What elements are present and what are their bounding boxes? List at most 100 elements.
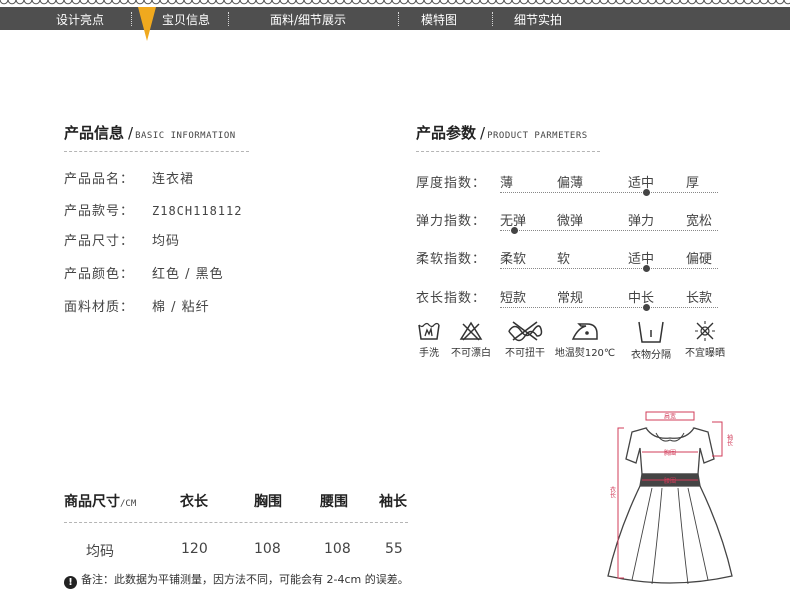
info-value: 棉 / 粘纤: [152, 300, 210, 315]
param-selected-marker: [643, 189, 650, 196]
info-value: 红色 / 黑色: [152, 267, 224, 282]
size-row-label: 均码: [86, 544, 114, 560]
diagram-shoulder-label: 肩宽: [664, 413, 676, 421]
nav-divider: [492, 12, 493, 26]
basic-info-title: 产品信息 / BASIC INFORMATION: [64, 124, 236, 142]
info-value: 均码: [152, 234, 181, 249]
basic-info-divider: [64, 151, 249, 152]
size-table-divider: [64, 522, 408, 523]
size-table-title: 商品尺寸: [64, 494, 120, 510]
care-low-iron: 地温熨120℃: [554, 320, 616, 359]
warning-icon: !: [64, 576, 77, 589]
param-option: 适中: [628, 252, 655, 267]
param-scale-track: [500, 230, 718, 231]
param-option: 长款: [686, 291, 713, 306]
size-col-waist: 腰围: [320, 494, 348, 510]
nav-divider: [228, 12, 229, 26]
no-wring-icon: [508, 321, 543, 342]
param-label: 厚度指数：: [416, 176, 487, 191]
param-option: 中长: [628, 291, 655, 306]
nav-item-model[interactable]: 模特图: [421, 11, 457, 28]
care-no-sun: 不宜曝晒: [680, 320, 730, 359]
care-label: 不可漂白: [451, 348, 491, 359]
measurement-note: ! 备注：此数据为平铺测量，因方法不同，可能会有 2-4cm 的误差。: [64, 571, 409, 589]
note-text: 备注：此数据为平铺测量，因方法不同，可能会有 2-4cm 的误差。: [81, 573, 409, 586]
info-row-name: 产品品名： 连衣裙: [64, 168, 194, 187]
nav-divider: [131, 12, 132, 26]
param-option: 微弹: [557, 214, 584, 229]
param-label: 衣长指数：: [416, 291, 487, 306]
info-value: Z18CH118112: [152, 204, 243, 218]
low-iron-icon: [571, 323, 598, 340]
care-label: 地温熨120℃: [554, 348, 616, 359]
param-scale-track: [500, 307, 718, 308]
no-bleach-icon: [459, 321, 483, 341]
params-heading: 产品参数: [416, 124, 477, 142]
diagram-waist-label: 腰围: [664, 478, 676, 485]
param-option: 软: [557, 252, 571, 267]
param-option: 宽松: [686, 214, 713, 229]
care-no-bleach: 不可漂白: [446, 320, 496, 359]
params-subheading: PRODUCT PARMETERS: [487, 131, 588, 141]
param-option: 短款: [500, 291, 527, 306]
nav-item-highlights[interactable]: 设计亮点: [56, 11, 104, 28]
param-label: 柔软指数：: [416, 252, 487, 267]
param-option: 常规: [557, 291, 584, 306]
param-label: 弹力指数：: [416, 214, 487, 229]
size-col-length: 衣长: [180, 494, 208, 510]
diagram-bust-label: 胸围: [664, 449, 676, 457]
nav-border: [0, 0, 790, 7]
care-hand-wash: 手洗: [414, 320, 444, 359]
care-label: 衣物分隔: [631, 350, 671, 361]
param-selected-marker: [643, 265, 650, 272]
param-option: 适中: [628, 176, 655, 191]
nav-active-pointer: [138, 7, 156, 41]
care-no-wring: 不可扭干: [500, 320, 550, 359]
nav-item-info[interactable]: 宝贝信息: [162, 11, 210, 28]
nav-divider: [398, 12, 399, 26]
separate-wash-icon: [638, 321, 664, 343]
care-label: 手洗: [419, 348, 439, 359]
info-label: 产品尺寸：: [64, 234, 135, 249]
basic-info-heading: 产品信息: [64, 124, 125, 142]
params-title: 产品参数 / PRODUCT PARMETERS: [416, 124, 588, 142]
param-option: 薄: [500, 176, 514, 191]
param-scale-track: [500, 192, 718, 193]
param-option: 柔软: [500, 252, 527, 267]
info-value: 连衣裙: [152, 172, 195, 187]
param-selected-marker: [511, 227, 518, 234]
info-row-size: 产品尺寸： 均码: [64, 230, 180, 249]
nav-item-fabric[interactable]: 面料/细节展示: [270, 11, 346, 28]
param-option: 偏硬: [686, 252, 713, 267]
info-row-color: 产品颜色： 红色 / 黑色: [64, 263, 224, 282]
size-table-unit: /CM: [120, 499, 137, 509]
size-value-length: 120: [181, 541, 208, 557]
care-label: 不宜曝晒: [685, 348, 725, 359]
hand-wash-icon: [418, 322, 440, 340]
size-col-bust: 胸围: [254, 494, 282, 510]
no-sun-icon: [695, 321, 715, 341]
param-option: 厚: [686, 176, 700, 191]
top-nav: 设计亮点 面料/细节展示 模特图 细节实拍: [0, 7, 790, 30]
size-value-sleeve: 55: [385, 541, 403, 557]
care-label: 不可扭干: [505, 348, 545, 359]
info-row-fabric: 面料材质： 棉 / 粘纤: [64, 296, 210, 315]
info-label: 产品款号：: [64, 204, 135, 219]
care-separate: 衣物分隔: [624, 320, 678, 361]
info-label: 面料材质：: [64, 300, 135, 315]
nav-item-details[interactable]: 细节实拍: [514, 11, 562, 28]
info-row-sku: 产品款号： Z18CH118112: [64, 200, 242, 219]
size-col-sleeve: 袖长: [379, 494, 407, 510]
size-table-header-label: 商品尺寸/CM: [64, 491, 136, 511]
params-divider: [416, 151, 600, 152]
dress-measurement-diagram: 肩宽 袖长 胸围 腰围 衣长: [607, 411, 733, 585]
diagram-length-label: 衣长: [609, 485, 616, 499]
diagram-sleeve-label: 袖长: [726, 433, 733, 447]
size-value-bust: 108: [254, 541, 281, 557]
param-selected-marker: [643, 304, 650, 311]
info-label: 产品颜色：: [64, 267, 135, 282]
basic-info-subheading: BASIC INFORMATION: [135, 131, 236, 141]
param-scale-track: [500, 268, 718, 269]
param-option: 偏薄: [557, 176, 584, 191]
size-value-waist: 108: [324, 541, 351, 557]
